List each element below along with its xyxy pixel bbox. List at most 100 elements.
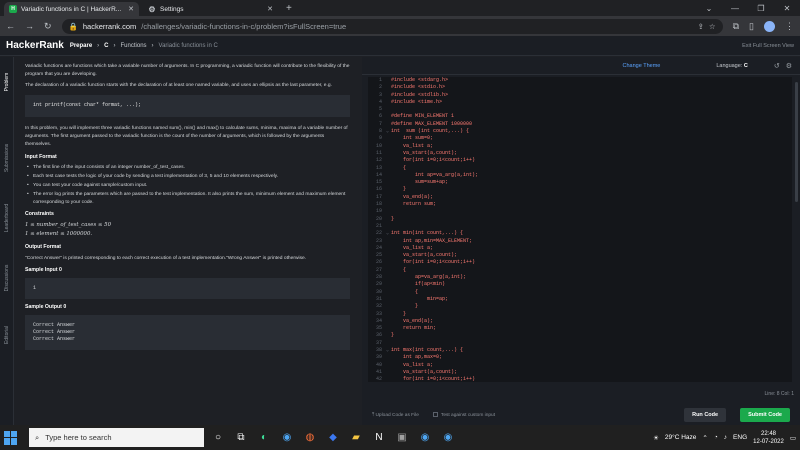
firefox-icon[interactable]: ◍ (301, 429, 319, 447)
code-line[interactable]: 31 min=ap; (368, 296, 792, 303)
code-line[interactable]: 41 va_start(a,count); (368, 369, 792, 376)
close-tab-icon[interactable]: ✕ (128, 5, 134, 13)
code-line[interactable]: 12 for(int i=0;i<count;i++) (368, 157, 792, 164)
code-line[interactable]: 29 if(ap<min) (368, 281, 792, 288)
code-line[interactable]: 21 (368, 223, 792, 230)
photos-icon[interactable]: ▣ (393, 429, 411, 447)
cortana-icon[interactable]: ○ (209, 429, 227, 447)
minimize-icon[interactable]: — (722, 4, 748, 13)
code-line[interactable]: 9 int sum=0; (368, 135, 792, 142)
code-line[interactable]: 24 va_list a; (368, 245, 792, 252)
code-line[interactable]: 16 } (368, 186, 792, 193)
submit-code-button[interactable]: Submit Code (740, 408, 790, 422)
run-code-button[interactable]: Run Code (684, 408, 727, 422)
code-line[interactable]: 26 for(int i=0;i<count;i++) (368, 259, 792, 266)
code-line[interactable]: 30 { (368, 289, 792, 296)
code-line[interactable]: 10 va_list a; (368, 143, 792, 150)
code-line[interactable]: 7 #define MAX_ELEMENT 1000000 (368, 121, 792, 128)
chrome-profile-icon[interactable]: ◉ (416, 429, 434, 447)
tab-hackerrank[interactable]: H Variadic functions in C | HackerR... ✕ (4, 2, 139, 16)
change-theme-link[interactable]: Change Theme (623, 63, 661, 69)
reload-icon[interactable]: ↻ (44, 21, 52, 32)
code-line[interactable]: 39 int ap,max=0; (368, 354, 792, 361)
restore-icon[interactable]: ❐ (748, 4, 774, 13)
custom-input-checkbox[interactable]: Test against custom input (432, 412, 495, 418)
breadcrumb-functions[interactable]: Functions (121, 43, 147, 49)
menu-kebab-icon[interactable]: ⋮ (785, 21, 794, 32)
language-indicator[interactable]: ENG (733, 434, 747, 441)
code-line[interactable]: 42 for(int i=0;i<count;i++) (368, 376, 792, 382)
code-line[interactable]: 32 } (368, 303, 792, 310)
settings-gear-icon[interactable]: ⚙ (786, 62, 792, 70)
code-line[interactable]: 3 #include <stdlib.h> (368, 92, 792, 99)
sidenav-submissions[interactable]: Submissions (4, 144, 10, 172)
clock[interactable]: 22:48 12-07-2022 (753, 430, 784, 446)
code-line[interactable]: 40 va_list a; (368, 362, 792, 369)
sidenav-discussions[interactable]: Discussions (4, 265, 10, 292)
dropbox-icon[interactable]: ◆ (324, 429, 342, 447)
code-line[interactable]: 15 sum=sum+ap; (368, 179, 792, 186)
code-line[interactable]: 11 va_start(a,count); (368, 150, 792, 157)
chevron-up-icon[interactable]: ⌃ (702, 434, 707, 442)
chrome-icon[interactable]: ◉ (278, 429, 296, 447)
code-line[interactable]: 22 ⌄ int min(int count,...) { (368, 230, 792, 237)
code-line[interactable]: 5 (368, 106, 792, 113)
code-line[interactable]: 20 } (368, 216, 792, 223)
extensions-icon[interactable]: ⧉ (733, 21, 739, 32)
file-explorer-icon[interactable]: ▰ (347, 429, 365, 447)
code-line[interactable]: 4 #include <time.h> (368, 99, 792, 106)
code-line[interactable]: 27 { (368, 267, 792, 274)
code-line[interactable]: 37 (368, 340, 792, 347)
share-icon[interactable]: ⇪ (698, 22, 704, 31)
code-line[interactable]: 34 va_end(a); (368, 318, 792, 325)
exit-fullscreen-link[interactable]: Exit Full Screen View (742, 43, 794, 49)
editor-scrollbar[interactable] (795, 82, 798, 202)
chevron-down-icon[interactable]: ⌄ (696, 4, 722, 13)
code-line[interactable]: 38 ⌄ int max(int count,...) { (368, 347, 792, 354)
weather-text[interactable]: 29°C Haze (665, 434, 697, 441)
breadcrumb-c[interactable]: C (104, 43, 108, 49)
sidenav-leaderboard[interactable]: Leaderboard (4, 204, 10, 232)
close-window-icon[interactable]: ✕ (774, 4, 800, 13)
notion-icon[interactable]: N (370, 429, 388, 447)
windows-start-icon[interactable] (4, 430, 18, 445)
code-line[interactable]: 18 return sum; (368, 201, 792, 208)
task-view-icon[interactable]: ⧉ (232, 429, 250, 447)
bookmark-star-icon[interactable]: ☆ (709, 22, 716, 31)
upload-code-button[interactable]: ⤒ Upload Code as File (372, 412, 419, 418)
edge-browser-icon[interactable]: ◐ (255, 429, 273, 447)
network-icon[interactable]: ◔ (714, 434, 718, 441)
forward-arrow-icon[interactable]: → (25, 21, 34, 31)
volume-icon[interactable]: ♪ (724, 434, 727, 441)
tab-settings[interactable]: ⚙ Settings ✕ (143, 2, 278, 16)
weather-icon[interactable]: ☀ (653, 434, 659, 442)
close-tab-icon[interactable]: ✕ (267, 5, 273, 13)
language-select[interactable]: Language: C (716, 63, 748, 69)
back-arrow-icon[interactable]: ← (6, 21, 15, 31)
new-tab-icon[interactable]: + (286, 2, 292, 16)
code-line[interactable]: 25 va_start(a,count); (368, 252, 792, 259)
code-line[interactable]: 2 #include <stdio.h> (368, 84, 792, 91)
code-line[interactable]: 35 return min; (368, 325, 792, 332)
breadcrumb-prepare[interactable]: Prepare (70, 43, 92, 49)
code-line[interactable]: 23 int ap,min=MAX_ELEMENT; (368, 238, 792, 245)
code-line[interactable]: 19 (368, 208, 792, 215)
code-line[interactable]: 14 int ap=va_arg(a,int); (368, 172, 792, 179)
taskbar-search-input[interactable]: ⌕ Type here to search (29, 428, 204, 447)
chrome-profile-icon[interactable]: ◉ (439, 429, 457, 447)
avatar[interactable] (764, 20, 775, 32)
code-line[interactable]: 13 { (368, 165, 792, 172)
code-line[interactable]: 8 ⌄ int sum (int count,...) { (368, 128, 792, 135)
url-input[interactable]: 🔒 hackerrank.com/challenges/variadic-fun… (61, 18, 723, 34)
notification-icon[interactable]: ▭ (790, 434, 796, 442)
code-line[interactable]: 17 va_end(a); (368, 194, 792, 201)
sidepanel-icon[interactable]: ▯ (749, 21, 754, 32)
code-line[interactable]: 6 #define MIN_ELEMENT 1 (368, 113, 792, 120)
reset-code-icon[interactable]: ↺ (774, 62, 780, 70)
code-line[interactable]: 1 #include <stdarg.h> (368, 77, 792, 84)
sidenav-problem[interactable]: Problem (4, 73, 10, 92)
code-editor[interactable]: 1 #include <stdarg.h> 2 #include <stdio.h… (368, 77, 792, 382)
hackerrank-logo[interactable]: HackerRank (6, 40, 64, 51)
sidenav-editorial[interactable]: Editorial (4, 326, 10, 344)
code-line[interactable]: 28 ap=va_arg(a,int); (368, 274, 792, 281)
